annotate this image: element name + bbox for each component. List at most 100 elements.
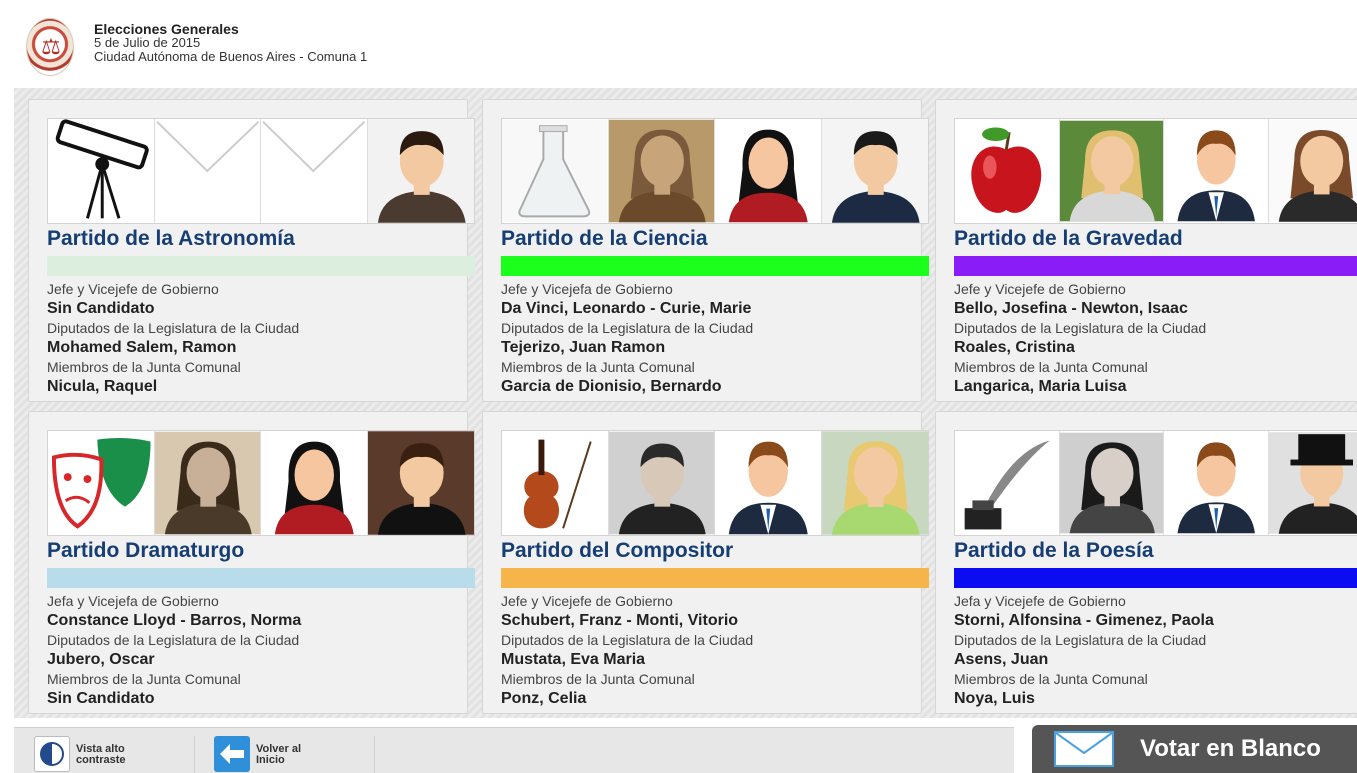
candidate-name: Ponz, Celia [501,690,587,707]
male-avatar-icon [1164,119,1269,223]
candidate-name: Bello, Josefina - Newton, Isaac [954,300,1188,317]
candidate-list: Jefa y Vicejefe de Gobierno Storni, Alfon… [954,594,1357,711]
female-avatar-icon [715,119,822,223]
candidate-name: Sin Candidato [47,300,155,317]
candidate-name: Garcia de Dionisio, Bernardo [501,378,722,395]
envelope-icon [1054,731,1114,767]
candidate-name: Sin Candidato [47,690,155,707]
blank-vote-label: Votar en Blanco [1140,735,1321,762]
party-pictures [501,430,929,536]
young-man-photo [367,119,474,223]
party-name: Partido del Compositor [501,539,734,562]
office-label: Diputados de la Legislatura de la Ciudad [954,320,1207,336]
candidate-list: Jefe y Vicejefa de Gobierno Da Vinci, Leo… [501,282,931,399]
blank-vote-button[interactable]: Votar en Blanco [1032,725,1357,773]
flask-icon [502,119,609,223]
candidate-name: Noya, Luis [954,690,1035,707]
office-label: Jefe y Vicejefe de Gobierno [501,593,673,609]
party-color-bar [954,568,1357,588]
header: ⚖ Elecciones Generales 5 de Julio de 201… [0,0,1357,88]
party-color-bar [47,568,475,588]
empty-envelope-icon [154,119,261,223]
candidate-name: Nicula, Raquel [47,378,158,395]
theater-masks-icon [48,431,155,535]
party-card[interactable]: Partido de la Ciencia Jefe y Vicejefa de … [482,99,929,402]
candidate-list: Jefe y Vicejefe de Gobierno Schubert, Fra… [501,594,931,711]
justice-seal-icon: ⚖ [26,18,74,76]
suit-man-photo [367,431,474,535]
party-name: Partido de la Poesía [954,539,1154,562]
bottom-toolbar: Vista alto contraste Volver al Inicio [14,727,1014,773]
candidate-name: Roales, Cristina [954,339,1075,356]
party-name: Partido de la Astronomía [47,227,295,250]
toolbar-divider [194,736,195,773]
office-label: Miembros de la Junta Comunal [47,359,241,375]
office-label: Miembros de la Junta Comunal [501,359,695,375]
party-card[interactable]: Partido de la Gravedad Jefe y Vicejefe de… [935,99,1357,402]
party-pictures [47,430,475,536]
victorian-woman-portrait [154,431,261,535]
party-pictures [954,118,1357,224]
candidate-list: Jefe y Vicejefe de Gobierno Sin Candidato… [47,282,477,399]
party-color-bar [954,256,1357,276]
election-date: 5 de Julio de 2015 [94,35,201,50]
election-title: Elecciones Generales [94,21,239,37]
party-card[interactable]: Partido de la Astronomía Jefe y Vicejefe … [28,99,475,402]
da-vinci-portrait [608,119,715,223]
party-card[interactable]: Partido de la Poesía Jefa y Vicejefe de G… [935,411,1357,714]
election-region: Ciudad Autónoma de Buenos Aires - Comuna… [94,49,368,64]
quill-inkwell-icon [955,431,1060,535]
party-color-bar [47,256,475,276]
high-contrast-button[interactable]: Vista alto contraste [34,736,146,773]
older-woman-photo [1268,119,1357,223]
party-name: Partido de la Ciencia [501,227,708,250]
office-label: Jefe y Vicejefe de Gobierno [47,281,219,297]
blonde-woman-photo [1059,119,1164,223]
smiling-student-photo [821,431,928,535]
back-to-start-button[interactable]: Volver al Inicio [214,736,326,773]
candidate-name: Mustata, Eva Maria [501,651,646,668]
office-label: Jefe y Vicejefa de Gobierno [501,281,673,297]
office-label: Miembros de la Junta Comunal [47,671,241,687]
male-avatar-icon [1164,431,1269,535]
party-color-bar [501,568,929,588]
office-label: Miembros de la Junta Comunal [954,359,1148,375]
party-pictures [954,430,1357,536]
candidate-name: Storni, Alfonsina - Gimenez, Paola [954,612,1214,629]
office-label: Jefa y Vicejefa de Gobierno [47,593,219,609]
office-label: Diputados de la Legislatura de la Ciudad [501,320,754,336]
contrast-icon [34,736,70,772]
male-avatar-icon [715,431,822,535]
party-card[interactable]: Partido del Compositor Jefe y Vicejefe de… [482,411,929,714]
office-label: Diputados de la Legislatura de la Ciudad [47,320,300,336]
candidate-name: Mohamed Salem, Ramon [47,339,237,356]
candidate-name: Da Vinci, Leonardo - Curie, Marie [501,300,752,317]
office-label: Jefe y Vicejefe de Gobierno [954,281,1126,297]
party-name: Partido de la Gravedad [954,227,1183,250]
office-label: Diputados de la Legislatura de la Ciudad [47,632,300,648]
candidate-list: Jefe y Vicejefe de Gobierno Bello, Josefi… [954,282,1357,399]
party-pictures [47,118,475,224]
party-card[interactable]: Partido Dramaturgo Jefa y Vicejefa de Gob… [28,411,475,714]
apple-icon [955,119,1060,223]
candidate-name: Tejerizo, Juan Ramon [501,339,666,356]
candidate-name: Jubero, Oscar [47,651,155,668]
female-avatar-icon [261,431,368,535]
candidate-list: Jefa y Vicejefa de Gobierno Constance Llo… [47,594,477,711]
office-label: Miembros de la Junta Comunal [501,671,695,687]
candidate-name: Schubert, Franz - Monti, Vitorio [501,612,739,629]
office-label: Diputados de la Legislatura de la Ciudad [954,632,1207,648]
empty-envelope-icon [261,119,368,223]
candidate-name: Asens, Juan [954,651,1049,668]
violin-icon [502,431,609,535]
storni-portrait [1059,431,1164,535]
party-color-bar [501,256,929,276]
office-label: Jefa y Vicejefe de Gobierno [954,593,1126,609]
high-contrast-label: Vista alto contraste [76,743,126,766]
schubert-portrait [608,431,715,535]
office-label: Diputados de la Legislatura de la Ciudad [501,632,754,648]
office-label: Miembros de la Junta Comunal [954,671,1148,687]
back-to-start-label: Volver al Inicio [256,743,302,766]
party-name: Partido Dramaturgo [47,539,245,562]
telescope-icon [48,119,155,223]
